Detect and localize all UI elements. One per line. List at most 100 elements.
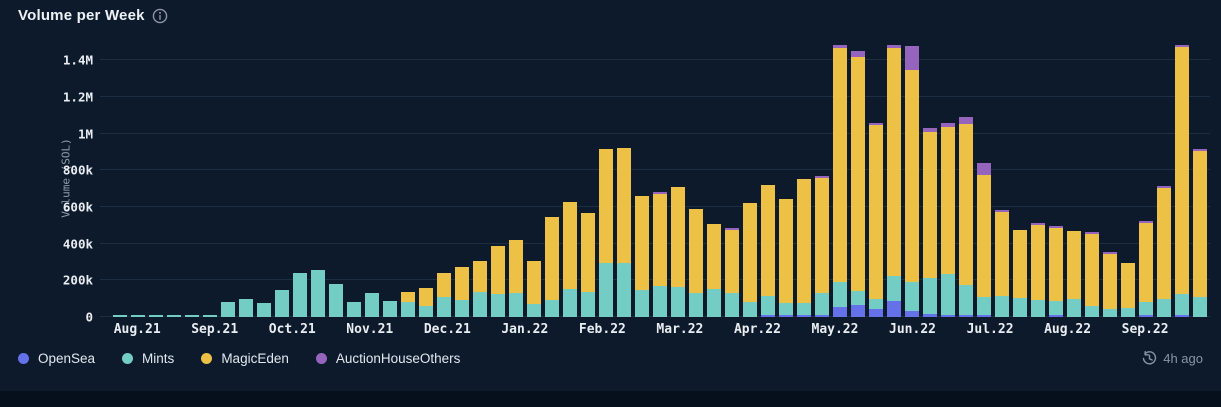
bar-segment-mints — [563, 288, 577, 317]
week-bar[interactable] — [527, 40, 541, 317]
week-bar[interactable] — [419, 40, 433, 317]
bar-segment-magiceden — [509, 239, 523, 293]
week-bar[interactable] — [905, 40, 919, 317]
bar-segment-magiceden — [941, 127, 955, 274]
week-bar[interactable] — [1157, 40, 1171, 317]
bar-segment-opensea — [761, 315, 775, 317]
week-bar[interactable] — [995, 40, 1009, 317]
week-bar[interactable] — [671, 40, 685, 317]
week-bar[interactable] — [383, 40, 397, 317]
y-tick-label: 1M — [77, 126, 93, 142]
x-tick-label: Feb.22 — [578, 322, 626, 337]
week-bar[interactable] — [455, 40, 469, 317]
legend-dot — [315, 353, 327, 364]
week-bar[interactable] — [653, 40, 667, 317]
week-bar[interactable] — [1193, 40, 1207, 317]
bar-segment-mints — [959, 284, 973, 315]
bar-segment-magiceden — [1085, 233, 1099, 306]
legend-item-magiceden[interactable]: MagicEden — [201, 351, 289, 366]
week-bar[interactable] — [1175, 40, 1189, 317]
week-bar[interactable] — [257, 40, 271, 317]
week-bar[interactable] — [1139, 40, 1153, 317]
week-bar[interactable] — [1121, 40, 1135, 317]
week-bar[interactable] — [581, 40, 595, 317]
legend-label: MagicEden — [221, 351, 289, 366]
week-bar[interactable] — [275, 40, 289, 317]
week-bar[interactable] — [797, 40, 811, 317]
bar-segment-magiceden — [599, 149, 613, 264]
y-axis-ticks: 0 200k 400k 600k 800k 1M 1.2M 1.4M — [0, 40, 93, 325]
week-bar[interactable] — [635, 40, 649, 317]
week-bar[interactable] — [851, 40, 865, 317]
week-bar[interactable] — [833, 40, 847, 317]
week-bar[interactable] — [1067, 40, 1081, 317]
week-bar[interactable] — [437, 40, 451, 317]
week-bar[interactable] — [617, 40, 631, 317]
bar-segment-mints — [1049, 301, 1063, 315]
week-bar[interactable] — [545, 40, 559, 317]
week-bar[interactable] — [1085, 40, 1099, 317]
week-bar[interactable] — [293, 40, 307, 317]
week-bar[interactable] — [743, 40, 757, 317]
bar-segment-magiceden — [887, 47, 901, 277]
week-bar[interactable] — [149, 40, 163, 317]
week-bar[interactable] — [869, 40, 883, 317]
week-bar[interactable] — [923, 40, 937, 317]
info-icon[interactable] — [152, 8, 168, 24]
week-bar[interactable] — [707, 40, 721, 317]
week-bar[interactable] — [689, 40, 703, 317]
week-bar[interactable] — [1049, 40, 1063, 317]
week-bar[interactable] — [113, 40, 127, 317]
week-bar[interactable] — [887, 40, 901, 317]
bar-segment-magiceden — [1157, 188, 1171, 300]
bar-segment-mints — [1157, 299, 1171, 317]
week-bar[interactable] — [221, 40, 235, 317]
bar-segment-opensea — [1175, 315, 1189, 317]
bar-segment-mints — [1031, 299, 1045, 317]
week-bar[interactable] — [779, 40, 793, 317]
week-bar[interactable] — [185, 40, 199, 317]
bar-segment-mints — [1139, 301, 1153, 315]
week-bar[interactable] — [761, 40, 775, 317]
week-bar[interactable] — [167, 40, 181, 317]
bar-segment-mints — [581, 292, 595, 317]
week-bar[interactable] — [599, 40, 613, 317]
week-bar[interactable] — [365, 40, 379, 317]
week-bar[interactable] — [1031, 40, 1045, 317]
week-bar[interactable] — [473, 40, 487, 317]
x-tick-label: Nov.21 — [346, 322, 394, 337]
legend-item-auctionhouseothers[interactable]: AuctionHouseOthers — [315, 351, 460, 366]
legend-dot — [122, 353, 134, 364]
bar-segment-magiceden — [437, 272, 451, 297]
week-bar[interactable] — [329, 40, 343, 317]
bar-segment-mints — [383, 301, 397, 317]
bar-segment-mints — [113, 315, 127, 317]
week-bar[interactable] — [239, 40, 253, 317]
week-bar[interactable] — [1013, 40, 1027, 317]
week-bar[interactable] — [509, 40, 523, 317]
bar-segment-opensea — [779, 315, 793, 317]
week-bar[interactable] — [959, 40, 973, 317]
week-bar[interactable] — [311, 40, 325, 317]
legend-item-opensea[interactable]: OpenSea — [18, 351, 95, 366]
week-bar[interactable] — [131, 40, 145, 317]
week-bar[interactable] — [203, 40, 217, 317]
legend-item-mints[interactable]: Mints — [122, 351, 174, 366]
week-bar[interactable] — [491, 40, 505, 317]
week-bar[interactable] — [815, 40, 829, 317]
bar-segment-magiceden — [1031, 224, 1045, 300]
week-bar[interactable] — [941, 40, 955, 317]
week-bar[interactable] — [347, 40, 361, 317]
bar-segment-mints — [509, 292, 523, 317]
bar-segment-opensea — [923, 314, 937, 317]
week-bar[interactable] — [977, 40, 991, 317]
week-bar[interactable] — [401, 40, 415, 317]
bar-segment-magiceden — [1121, 263, 1135, 308]
bar-segment-mints — [455, 299, 469, 317]
week-bar[interactable] — [563, 40, 577, 317]
bar-segment-opensea — [887, 301, 901, 317]
x-tick-label: Sep.21 — [191, 322, 239, 337]
bar-segment-mints — [347, 301, 361, 317]
week-bar[interactable] — [1103, 40, 1117, 317]
week-bar[interactable] — [725, 40, 739, 317]
